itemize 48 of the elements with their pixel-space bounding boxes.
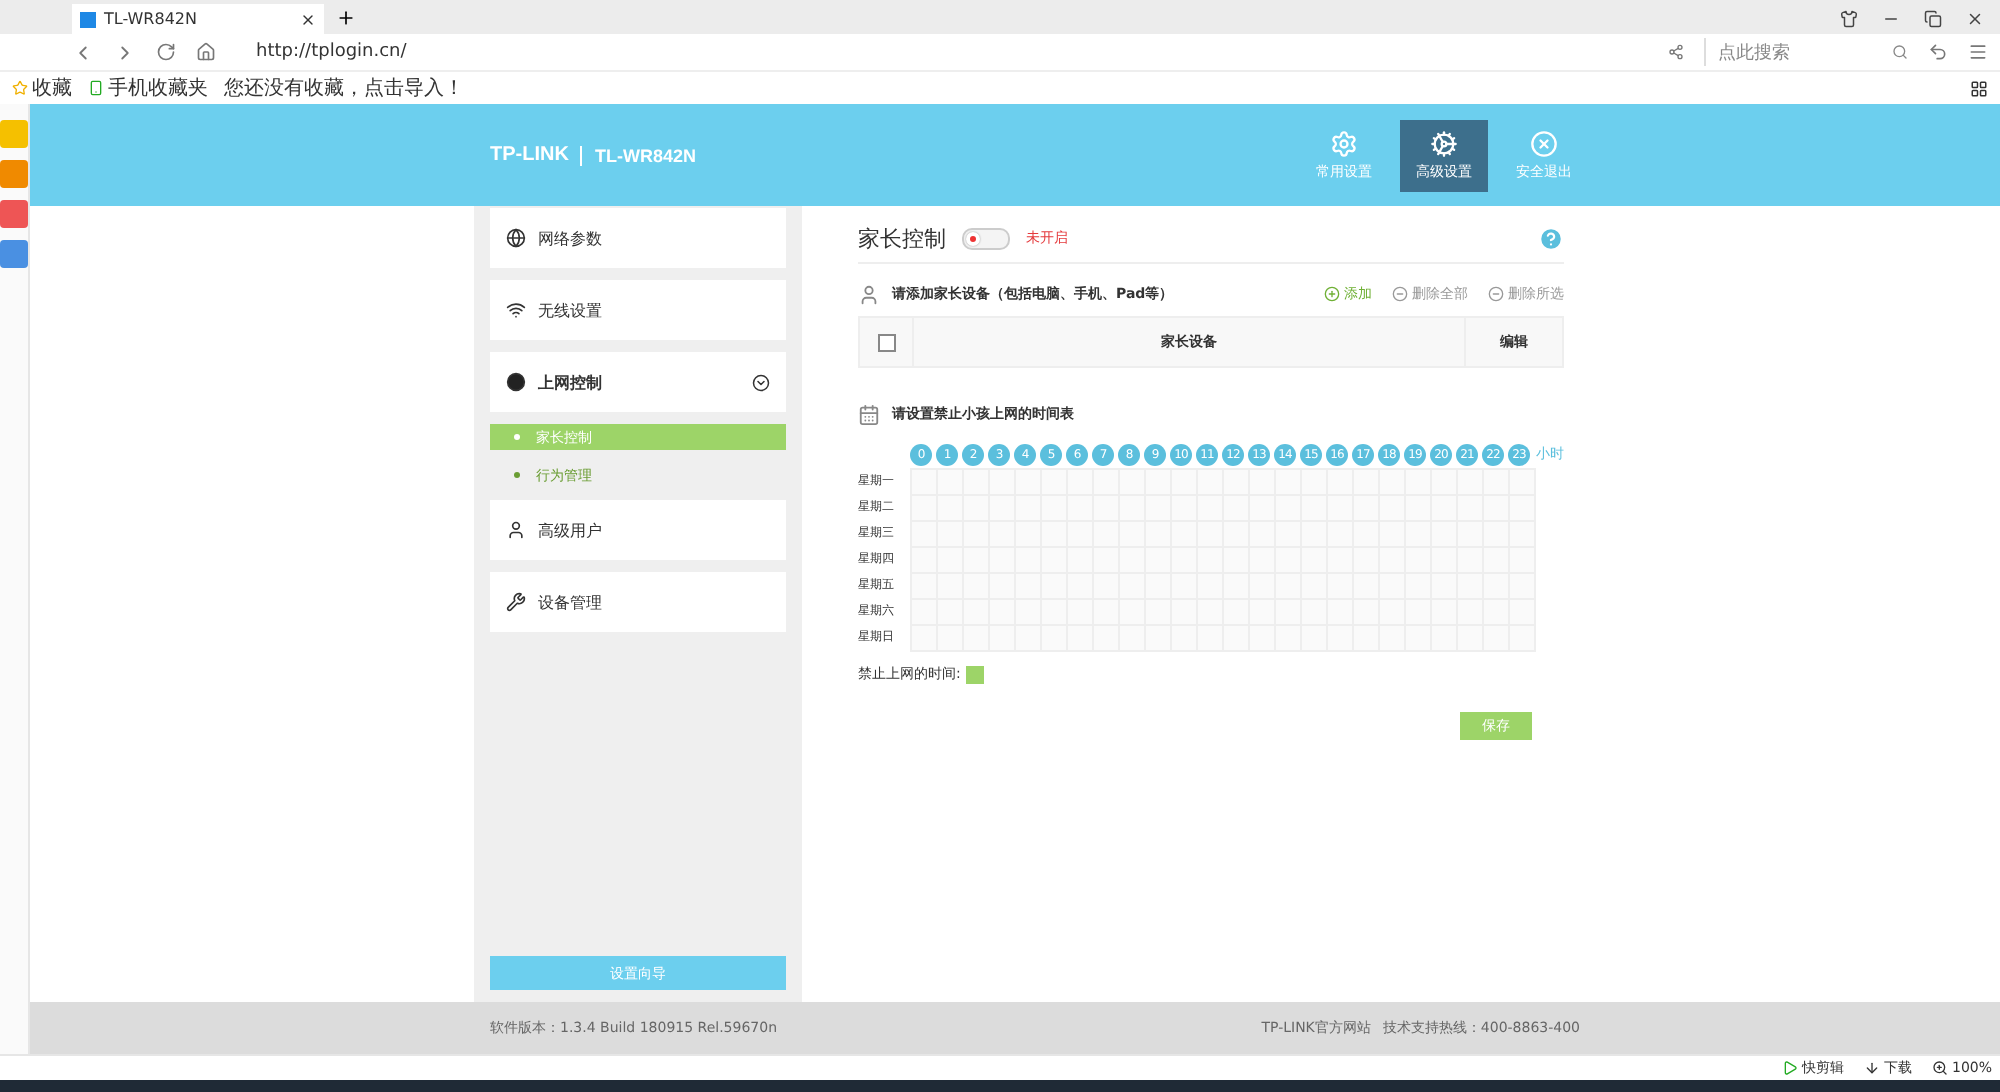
grid-icon[interactable] <box>1970 79 1988 97</box>
bookmark-item[interactable]: 收藏 <box>12 74 72 102</box>
add-icon <box>1324 286 1340 302</box>
play-icon <box>1781 1060 1798 1076</box>
tools-icon <box>506 592 526 612</box>
search-field[interactable]: 点此搜索 <box>1704 38 1908 66</box>
user-icon <box>506 520 526 540</box>
shirt-icon[interactable] <box>1840 10 1858 28</box>
close-icon <box>1530 129 1558 157</box>
browser-tab: TL-WR842N <box>72 4 324 34</box>
toggle-switch[interactable] <box>962 227 1010 249</box>
user-icon <box>858 283 880 305</box>
sidebar-item[interactable]: 设备管理 <box>490 572 786 632</box>
sidebar-item[interactable]: 上网控制 <box>490 352 786 412</box>
favicon-icon <box>80 11 96 27</box>
legend-swatch <box>966 665 985 683</box>
search-icon <box>1892 44 1908 60</box>
gear-icon <box>1330 129 1358 157</box>
sidebar-item[interactable]: 网络参数 <box>490 208 786 268</box>
remove-icon <box>1488 286 1504 302</box>
share-icon[interactable] <box>1668 44 1684 60</box>
calendar-icon <box>858 403 880 425</box>
circle-icon <box>506 372 526 392</box>
phone-icon <box>88 80 104 96</box>
gears-icon <box>1430 129 1458 157</box>
sidebar-item[interactable]: 高级用户 <box>490 500 786 560</box>
checkbox[interactable] <box>877 333 895 351</box>
undo-icon[interactable] <box>1928 42 1948 62</box>
sidebar-item[interactable]: 无线设置 <box>490 280 786 340</box>
close-icon[interactable] <box>1966 10 1984 28</box>
import-link[interactable]: 您还没有收藏，点击导入！ <box>224 74 464 102</box>
home-icon[interactable] <box>196 42 216 62</box>
address-field[interactable]: http://tplogin.cn/ <box>256 42 1648 62</box>
bookmark-item[interactable]: 手机收藏夹 <box>88 74 208 102</box>
page-title: 家长控制 <box>858 223 946 253</box>
chevron-icon <box>752 373 770 391</box>
brand-logo: TP-LINK <box>490 144 569 166</box>
download-icon <box>1863 1060 1880 1076</box>
new-tab-icon[interactable] <box>336 8 356 28</box>
model-name: TL-WR842N <box>580 145 696 165</box>
reload-icon[interactable] <box>156 42 176 62</box>
menu-icon[interactable] <box>1968 42 1988 62</box>
zoom-icon <box>1931 1060 1948 1076</box>
globe-icon <box>506 228 526 248</box>
restore-icon[interactable] <box>1924 10 1942 28</box>
wifi-icon <box>506 300 526 320</box>
close-icon[interactable] <box>300 11 316 27</box>
remove-icon <box>1392 286 1408 302</box>
